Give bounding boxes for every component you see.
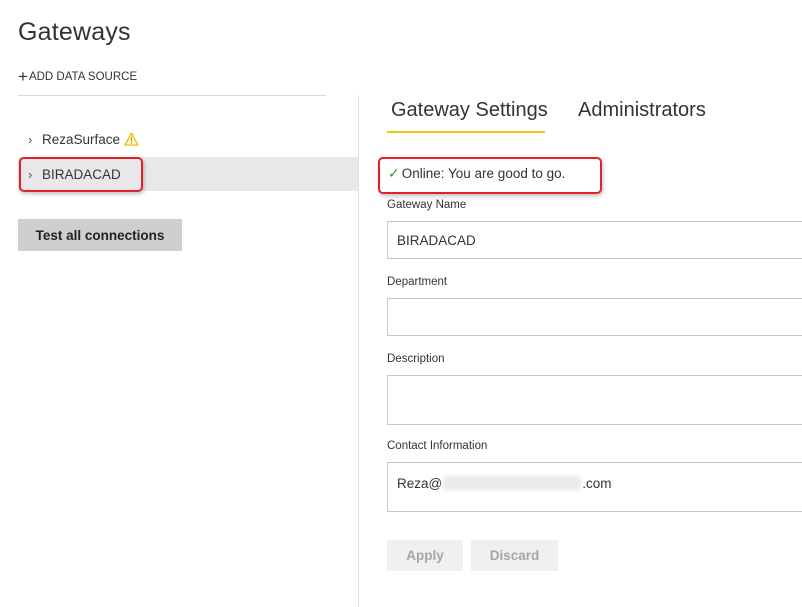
chevron-right-icon: › — [28, 166, 33, 182]
check-icon: ✓ — [388, 165, 400, 181]
tab-administrators[interactable]: Administrators — [578, 99, 706, 122]
panel-divider — [358, 95, 359, 607]
apply-button[interactable]: Apply — [387, 540, 463, 571]
gateway-name-field[interactable]: BIRADACAD — [387, 221, 802, 259]
gateway-name-value: BIRADACAD — [397, 232, 476, 248]
discard-button[interactable]: Discard — [471, 540, 558, 571]
gateway-item-rezasurface[interactable]: › RezaSurface — [18, 122, 139, 156]
gateway-item-biradacad[interactable]: › BIRADACAD — [18, 157, 358, 191]
active-tab-indicator — [387, 131, 545, 133]
chevron-right-icon: › — [28, 131, 33, 147]
plus-icon: + — [18, 67, 28, 86]
status-text: Online: You are good to go. — [401, 166, 566, 181]
page-title: Gateways — [18, 18, 131, 46]
gateway-name: RezaSurface — [42, 131, 121, 147]
test-all-connections-button[interactable]: Test all connections — [18, 219, 182, 251]
add-data-source-label: ADD DATA SOURCE — [28, 71, 138, 83]
contact-value-suffix: .com — [582, 476, 612, 491]
description-field[interactable] — [387, 375, 802, 425]
department-label: Department — [387, 276, 448, 288]
redacted-text — [443, 476, 582, 490]
contact-value-prefix: Reza@ — [397, 476, 443, 491]
status-message: ✓ Online: You are good to go. — [388, 165, 565, 182]
description-label: Description — [387, 353, 445, 365]
gateway-name-label: Gateway Name — [387, 199, 467, 211]
tab-gateway-settings[interactable]: Gateway Settings — [391, 99, 548, 122]
contact-information-label: Contact Information — [387, 440, 488, 452]
warning-icon — [124, 132, 139, 146]
left-divider — [18, 95, 326, 96]
contact-information-field[interactable]: Reza@ .com — [387, 462, 802, 512]
add-data-source-button[interactable]: + ADD DATA SOURCE — [18, 67, 138, 86]
gateway-name: BIRADACAD — [42, 166, 121, 182]
department-field[interactable] — [387, 298, 802, 336]
